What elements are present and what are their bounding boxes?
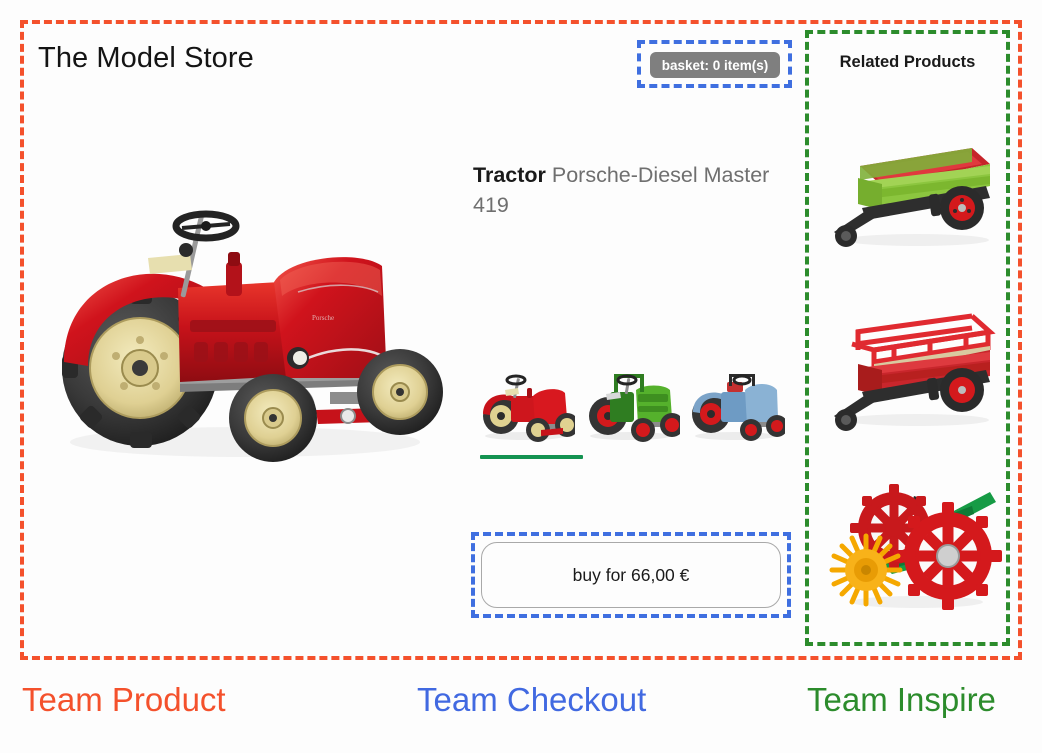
variant-thumbnail-blue[interactable] — [685, 368, 785, 446]
product-brand-word: Tractor — [473, 163, 546, 187]
buy-button[interactable]: buy for 66,00 € — [481, 542, 781, 608]
svg-text:Porsche: Porsche — [312, 314, 334, 322]
related-product-red-stake-trailer[interactable] — [822, 292, 1007, 442]
related-product-green-trailer[interactable] — [822, 112, 1007, 262]
related-products-heading: Related Products — [839, 53, 976, 71]
product-hero-image: Porsche — [30, 170, 460, 490]
variant-thumbnail-green[interactable] — [580, 368, 680, 446]
variant-selected-underline — [480, 455, 583, 459]
app-canvas: The Model Store Porsche Tractor Porsche-… — [0, 0, 1042, 753]
product-title: Tractor Porsche-Diesel Master 419 — [473, 160, 793, 220]
team-caption-product: Team Product — [22, 681, 226, 718]
related-product-hay-tedder-implement[interactable] — [822, 470, 1007, 620]
product-variant-list — [470, 368, 790, 468]
variant-thumbnail-red[interactable] — [475, 368, 583, 459]
page-title: The Model Store — [38, 42, 254, 74]
team-caption-checkout: Team Checkout — [417, 681, 647, 718]
team-caption-inspire: Team Inspire — [807, 681, 996, 718]
basket-status-badge[interactable]: basket: 0 item(s) — [650, 52, 780, 78]
